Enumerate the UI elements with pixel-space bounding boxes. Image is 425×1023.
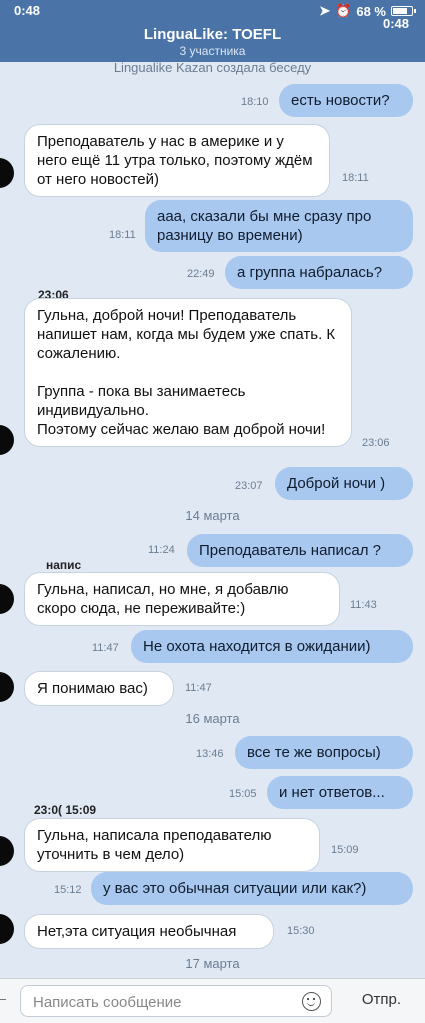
message-list[interactable]: Lingualike Kazan создала беседу есть нов… — [0, 62, 425, 978]
battery-percent: 68 % — [356, 3, 386, 19]
message-time: 15:05 — [229, 788, 257, 800]
message-time: 13:46 — [196, 748, 224, 760]
attach-handle[interactable] — [0, 999, 6, 1000]
chat-header[interactable]: LinguaLike: TOEFL 3 участника 0:48 — [0, 16, 425, 62]
location-icon: ➤ — [319, 3, 331, 18]
send-button[interactable]: Отпр. — [362, 991, 401, 1008]
message-incoming[interactable]: Преподаватель у нас в америке и у него е… — [24, 124, 330, 197]
battery-icon — [391, 6, 416, 16]
message-outgoing[interactable]: а группа набралась? — [225, 256, 413, 289]
sender-name: 23:0( 15:09 — [34, 803, 97, 817]
message-time: 11:47 — [185, 682, 212, 694]
system-message: Lingualike Kazan создала беседу — [113, 62, 312, 75]
message-time: 22:49 — [187, 268, 215, 280]
message-time: 15:12 — [54, 884, 82, 896]
message-time: 23:06 — [362, 437, 390, 449]
message-incoming[interactable]: Я понимаю вас) — [24, 671, 174, 706]
header-time: 0:48 — [382, 16, 409, 31]
message-time: 23:07 — [235, 480, 263, 492]
status-time: 0:48 — [14, 3, 41, 18]
message-outgoing[interactable]: Доброй ночи ) — [275, 467, 413, 500]
message-time: 11:24 — [148, 544, 175, 556]
message-outgoing[interactable]: есть новости? — [279, 84, 413, 117]
date-separator: 16 марта — [185, 711, 240, 726]
sender-name: напис — [46, 558, 82, 572]
message-time: 18:11 — [109, 229, 136, 241]
message-time: 11:47 — [92, 642, 119, 654]
message-outgoing[interactable]: и нет ответов... — [267, 776, 413, 809]
avatar[interactable] — [0, 425, 14, 455]
message-outgoing[interactable]: у вас это обычная ситуации или как?) — [91, 872, 413, 905]
message-incoming[interactable]: Гульна, написал, но мне, я добавлю скоро… — [24, 572, 340, 626]
emoji-icon[interactable] — [302, 992, 321, 1011]
message-time: 15:09 — [331, 844, 359, 856]
message-input[interactable]: Написать сообщение — [20, 985, 332, 1017]
date-separator: 14 марта — [185, 508, 240, 523]
avatar[interactable] — [0, 836, 14, 866]
avatar[interactable] — [0, 672, 14, 702]
message-outgoing[interactable]: Не охота находится в ожидании) — [131, 630, 413, 663]
message-time: 18:11 — [342, 172, 369, 184]
alarm-icon: ⏰ — [335, 3, 352, 18]
avatar[interactable] — [0, 584, 14, 614]
avatar[interactable] — [0, 914, 14, 944]
avatar[interactable] — [0, 158, 14, 188]
message-time: 18:10 — [241, 96, 269, 108]
chat-subtitle: 3 участника — [179, 44, 246, 58]
message-incoming[interactable]: Гульна, доброй ночи! Преподаватель напиш… — [24, 298, 352, 447]
message-input-placeholder: Написать сообщение — [33, 994, 182, 1011]
message-outgoing[interactable]: ааа, сказали бы мне сразу про разницу во… — [145, 200, 413, 252]
message-incoming[interactable]: Нет,эта ситуация необычная — [24, 914, 274, 949]
composer-bar: Написать сообщение Отпр. — [0, 978, 425, 1023]
message-time: 15:30 — [287, 925, 315, 937]
message-outgoing[interactable]: все те же вопросы) — [235, 736, 413, 769]
status-bar: 0:48 ➤ ⏰ 68 % — [0, 0, 425, 20]
message-incoming[interactable]: Гульна, написала преподавателю уточнить … — [24, 818, 320, 872]
date-separator: 17 марта — [185, 956, 240, 971]
message-time: 11:43 — [350, 599, 377, 611]
message-outgoing[interactable]: Преподаватель написал ? — [187, 534, 413, 567]
chat-title: LinguaLike: TOEFL — [143, 26, 282, 43]
